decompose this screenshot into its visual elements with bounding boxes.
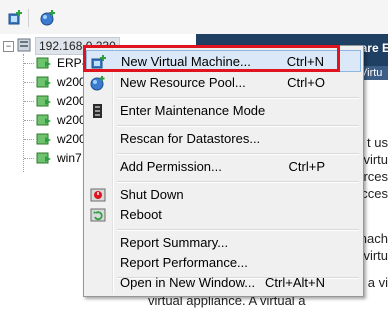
vm-label: w200 (57, 94, 86, 108)
add-host-icon[interactable] (6, 8, 26, 28)
shutdown-icon (90, 187, 106, 203)
vm-powered-on-icon (36, 55, 52, 71)
menu-item-label: Report Performance... (120, 255, 248, 270)
menu-item-shortcut: Ctrl+O (287, 75, 325, 90)
add-resource-icon[interactable] (38, 8, 58, 28)
vm-label: w200 (57, 75, 86, 89)
menu-item-shut-down[interactable]: Shut Down (86, 184, 361, 206)
menu-item-label: Add Permission... (120, 159, 222, 174)
vm-powered-on-icon (36, 74, 52, 90)
vm-powered-on-icon (36, 93, 52, 109)
menu-item-report-summary[interactable]: Report Summary... (86, 232, 361, 254)
vm-powered-on-icon (36, 150, 52, 166)
menu-item-shortcut: Ctrl+P (288, 159, 325, 174)
menu-item-label: Enter Maintenance Mode (120, 103, 266, 118)
menu-separator (117, 153, 359, 155)
host-icon (16, 37, 32, 53)
menu-separator (117, 229, 359, 231)
vm-label: w200 (57, 132, 86, 146)
toolbar (0, 0, 388, 34)
menu-item-add-permission[interactable]: Add Permission... Ctrl+P (86, 156, 361, 178)
menu-separator (117, 181, 359, 183)
menu-item-open-in-new-window[interactable]: Open in New Window... Ctrl+Alt+N (86, 272, 361, 294)
menu-item-shortcut: Ctrl+Alt+N (265, 275, 325, 290)
context-menu: New Virtual Machine... Ctrl+N New Resour… (83, 45, 364, 297)
vm-label: ERP- (57, 56, 86, 70)
tree-connector (23, 54, 25, 172)
highlight-annotation-box (83, 45, 340, 72)
resource-pool-icon (90, 75, 106, 91)
menu-item-label: Shut Down (120, 187, 184, 202)
menu-item-new-resource-pool[interactable]: New Resource Pool... Ctrl+O (86, 72, 361, 94)
vm-label: w200 (57, 113, 86, 127)
collapse-toggle-icon[interactable]: − (3, 41, 14, 52)
menu-separator (117, 97, 359, 99)
vm-powered-on-icon (36, 131, 52, 147)
menu-item-label: New Resource Pool... (120, 75, 246, 90)
menu-item-label: Report Summary... (120, 235, 229, 250)
menu-item-enter-maintenance-mode[interactable]: Enter Maintenance Mode (86, 100, 361, 122)
vm-label: win7 (57, 151, 82, 165)
vm-powered-on-icon (36, 112, 52, 128)
menu-item-rescan-datastores[interactable]: Rescan for Datastores... (86, 128, 361, 150)
maintenance-icon (90, 103, 106, 119)
toolbar-separator (28, 9, 29, 27)
menu-item-reboot[interactable]: Reboot (86, 204, 361, 226)
menu-item-label: Open in New Window... (120, 275, 256, 290)
reboot-icon (90, 207, 106, 223)
menu-separator (117, 125, 359, 127)
menu-item-report-performance[interactable]: Report Performance... (86, 252, 361, 274)
menu-item-label: Reboot (120, 207, 162, 222)
menu-item-label: Rescan for Datastores... (120, 131, 261, 146)
